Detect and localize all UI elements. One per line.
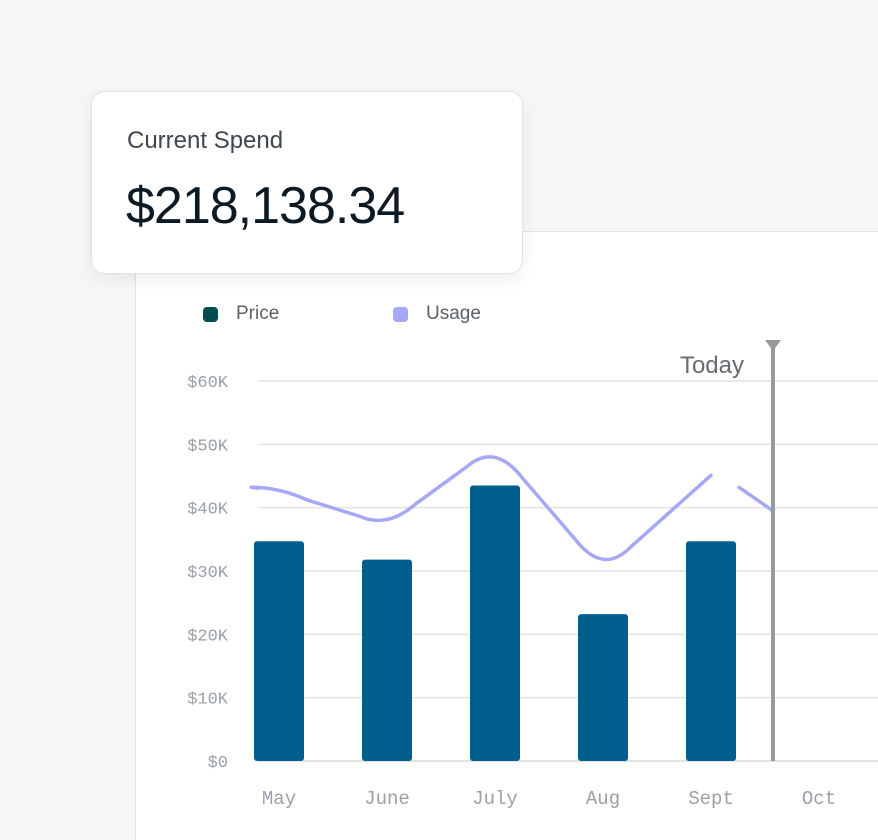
legend-item-usage[interactable]: Usage: [393, 303, 481, 325]
current-spend-title: Current Spend: [127, 127, 284, 154]
bar: [362, 559, 412, 761]
legend-item-price[interactable]: Price: [203, 303, 279, 325]
x-tick-label: June: [364, 788, 410, 810]
today-label: Today: [680, 352, 744, 379]
x-tick-label: July: [472, 788, 518, 810]
legend-swatch-price: [203, 306, 218, 322]
x-axis-ticks: May June July Aug Sept Oct: [262, 788, 836, 810]
y-tick-label: $40K: [187, 501, 229, 520]
bar: [578, 614, 628, 761]
x-tick-label: Sept: [688, 788, 734, 810]
x-tick-label: Aug: [586, 788, 620, 810]
current-spend-value: $218,138.34: [126, 177, 405, 235]
bar-layer: [254, 485, 736, 761]
y-tick-label: $10K: [187, 691, 229, 710]
today-marker-cap: [765, 340, 781, 351]
y-axis-ticks: $0 $10K $20K $30K $40K $50K $60K: [187, 374, 229, 773]
bar: [686, 541, 736, 761]
current-spend-card: Current Spend $218,138.34: [91, 91, 523, 274]
x-tick-label: Oct: [802, 788, 836, 810]
y-tick-label: $60K: [187, 374, 229, 393]
bar: [470, 485, 520, 761]
grid-layer: [258, 380, 878, 762]
bar: [254, 541, 304, 761]
y-tick-label: $50K: [187, 437, 229, 456]
legend-label-price: Price: [236, 303, 280, 324]
y-tick-label: $20K: [187, 627, 229, 646]
legend-label-usage: Usage: [426, 303, 481, 324]
y-tick-label: $0: [208, 754, 228, 773]
y-tick-label: $30K: [187, 564, 229, 583]
x-tick-label: May: [262, 788, 296, 810]
legend-swatch-usage: [393, 306, 408, 322]
